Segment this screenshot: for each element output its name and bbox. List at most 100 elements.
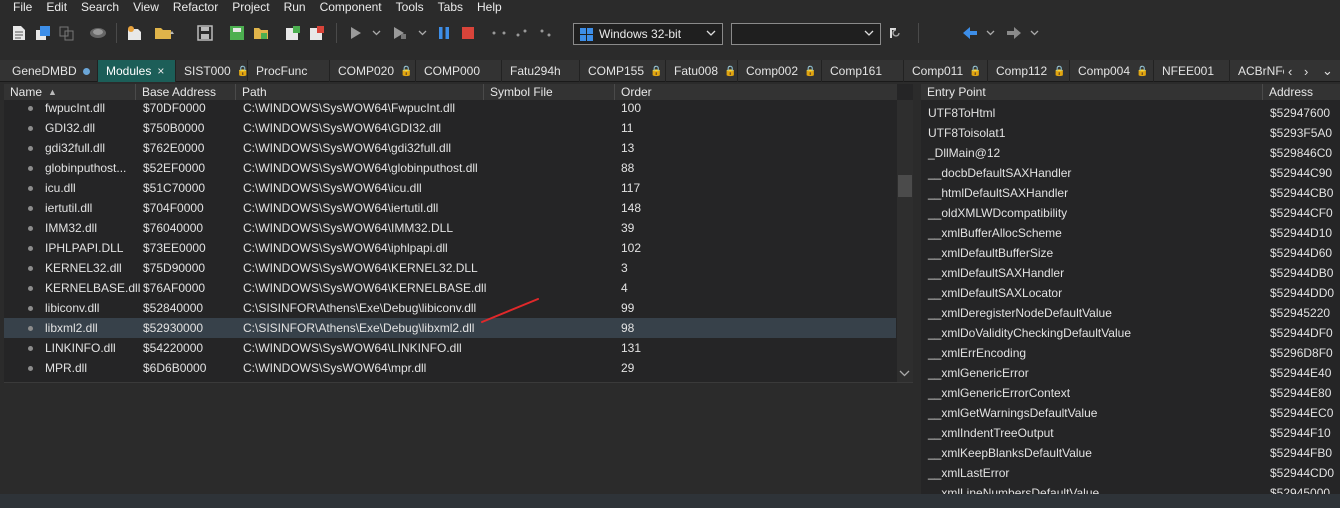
tab-comp004[interactable]: Comp004 🔒 <box>1070 60 1154 82</box>
run-options-chevron-icon[interactable] <box>416 22 428 44</box>
tab-comp011[interactable]: Comp011 🔒 <box>904 60 988 82</box>
tab-nfee001[interactable]: NFEE001 <box>1154 60 1230 82</box>
table-row[interactable]: __xmlDeregisterNodeDefaultValue $52945220 <box>921 303 1340 323</box>
column-header-entry-point[interactable]: Entry Point <box>921 84 1263 100</box>
tab-fatu008[interactable]: Fatu008 🔒 <box>666 60 738 82</box>
tab-scroll-left-icon[interactable]: ‹ <box>1288 60 1292 82</box>
table-row[interactable]: __xmlDefaultSAXHandler $52944DB0 <box>921 263 1340 283</box>
tab-comp155[interactable]: COMP155 🔒 <box>580 60 666 82</box>
table-row[interactable]: GDI32.dll $750B0000 C:\WINDOWS\SysWOW64\GD… <box>4 118 896 138</box>
pause-icon[interactable] <box>436 22 452 44</box>
table-row[interactable]: fwpucInt.dll $70DF0000 C:\WINDOWS\SysWOW64… <box>4 98 896 118</box>
table-row[interactable]: __xmlIndentTreeOutput $52944F10 <box>921 423 1340 443</box>
copy-disabled-icon[interactable] <box>58 22 76 44</box>
tab-scroll-right-icon[interactable]: › <box>1304 60 1308 82</box>
save-all-icon[interactable] <box>228 22 246 44</box>
module-base-address: $52930000 <box>143 321 204 335</box>
menu-component[interactable]: Component <box>320 0 382 14</box>
save-icon[interactable] <box>196 22 214 44</box>
tab-sist000[interactable]: SIST000 🔒 <box>176 60 249 82</box>
table-row[interactable]: KERNEL32.dll $75D90000 C:\WINDOWS\SysWOW64… <box>4 258 896 278</box>
menu-refactor[interactable]: Refactor <box>173 0 218 14</box>
table-row[interactable]: IPHLPAPI.DLL $73EE0000 C:\WINDOWS\SysWOW64… <box>4 238 896 258</box>
tab-modules[interactable]: Modules × <box>98 60 176 82</box>
table-row[interactable]: __xmlLineNumbersDefaultValue $52945000 <box>921 483 1340 494</box>
run-without-debug-icon[interactable] <box>392 22 408 44</box>
refresh-config-icon[interactable] <box>886 22 904 44</box>
new-file-icon[interactable] <box>10 22 28 44</box>
table-row[interactable]: UTF8ToHtml $52947600 <box>921 103 1340 123</box>
tab-list-chevron-down-icon[interactable]: ⌄ <box>1322 60 1333 82</box>
open-project-icon[interactable] <box>252 22 270 44</box>
tab-comp161[interactable]: Comp161 <box>822 60 904 82</box>
new-form-icon[interactable] <box>124 22 144 44</box>
table-row[interactable]: __xmlKeepBlanksDefaultValue $52944FB0 <box>921 443 1340 463</box>
close-icon[interactable]: × <box>157 64 164 78</box>
table-row[interactable]: __docbDefaultSAXHandler $52944C90 <box>921 163 1340 183</box>
step-out-icon[interactable] <box>538 22 556 44</box>
open-folder-icon[interactable] <box>152 22 178 44</box>
add-to-project-icon[interactable] <box>284 22 302 44</box>
table-row[interactable]: __htmlDefaultSAXHandler $52944CB0 <box>921 183 1340 203</box>
stop-icon[interactable] <box>460 22 476 44</box>
table-row[interactable]: MPR.dll $6D6B0000 C:\WINDOWS\SysWOW64\mpr.… <box>4 358 896 378</box>
tab-comp020[interactable]: COMP020 🔒 <box>330 60 416 82</box>
tab-comp112[interactable]: Comp112 🔒 <box>988 60 1070 82</box>
new-items-icon[interactable] <box>34 22 52 44</box>
table-row[interactable]: globinputhost... $52EF0000 C:\WINDOWS\SysW… <box>4 158 896 178</box>
table-row[interactable]: UTF8Toisolat1 $5293F5A0 <box>921 123 1340 143</box>
table-row[interactable]: LINKINFO.dll $54220000 C:\WINDOWS\SysWOW64… <box>4 338 896 358</box>
module-base-address: $70DF0000 <box>143 101 206 115</box>
table-row[interactable]: __xmlDoValidityCheckingDefaultValue $5294… <box>921 323 1340 343</box>
menu-project[interactable]: Project <box>232 0 269 14</box>
table-row[interactable]: __xmlBufferAllocScheme $52944D10 <box>921 223 1340 243</box>
scrollbar-thumb[interactable] <box>898 175 912 197</box>
chevron-down-icon[interactable] <box>899 369 910 380</box>
table-row[interactable]: libxml2.dll $52930000 C:\SISINFOR\Athens\E… <box>4 318 896 338</box>
table-row[interactable]: __xmlGenericError $52944E40 <box>921 363 1340 383</box>
repository-icon[interactable] <box>88 22 108 44</box>
modules-vertical-scrollbar[interactable] <box>897 100 913 382</box>
table-row[interactable]: __xmlDefaultBufferSize $52944D60 <box>921 243 1340 263</box>
table-row[interactable]: icu.dll $51C70000 C:\WINDOWS\SysWOW64\icu.… <box>4 178 896 198</box>
menu-view[interactable]: View <box>133 0 159 14</box>
menu-tools[interactable]: Tools <box>396 0 424 14</box>
step-over-icon[interactable] <box>490 22 508 44</box>
tab-procfunc[interactable]: ProcFunc <box>248 60 330 82</box>
menu-help[interactable]: Help <box>477 0 502 14</box>
tab-comp000[interactable]: COMP000 <box>416 60 502 82</box>
table-row[interactable]: __xmlDefaultSAXLocator $52944DD0 <box>921 283 1340 303</box>
pane-splitter[interactable] <box>913 84 921 494</box>
target-platform-select[interactable]: Windows 32-bit <box>573 23 723 45</box>
table-row[interactable]: gdi32full.dll $762E0000 C:\WINDOWS\SysWOW6… <box>4 138 896 158</box>
table-row[interactable]: KERNELBASE.dll $76AF0000 C:\WINDOWS\SysWOW… <box>4 278 896 298</box>
menu-search[interactable]: Search <box>81 0 119 14</box>
navigate-back-icon[interactable] <box>960 22 980 44</box>
table-row[interactable]: _DllMain@12 $529846C0 <box>921 143 1340 163</box>
column-header-address[interactable]: Address <box>1263 84 1340 100</box>
table-row[interactable]: __oldXMLWDcompatibility $52944CF0 <box>921 203 1340 223</box>
run-icon[interactable] <box>348 22 364 44</box>
table-row[interactable]: __xmlGenericErrorContext $52944E80 <box>921 383 1340 403</box>
tab-acbrnfe[interactable]: ACBrNFe <box>1230 60 1284 82</box>
table-row[interactable]: libiconv.dll $52840000 C:\SISINFOR\Athens\… <box>4 298 896 318</box>
menu-file[interactable]: File <box>13 0 32 14</box>
back-history-chevron-icon[interactable] <box>984 22 996 44</box>
navigate-forward-icon[interactable] <box>1004 22 1024 44</box>
tab-comp002[interactable]: Comp002 🔒 <box>738 60 822 82</box>
menu-edit[interactable]: Edit <box>46 0 67 14</box>
table-row[interactable]: __xmlGetWarningsDefaultValue $52944EC0 <box>921 403 1340 423</box>
menu-tabs[interactable]: Tabs <box>438 0 463 14</box>
remove-from-project-icon[interactable] <box>308 22 326 44</box>
tab-fatu294h[interactable]: Fatu294h <box>502 60 580 82</box>
table-row[interactable]: IMM32.dll $76040000 C:\WINDOWS\SysWOW64\IM… <box>4 218 896 238</box>
table-row[interactable]: __xmlErrEncoding $5296D8F0 <box>921 343 1340 363</box>
tab-genedmbd[interactable]: GeneDMBD <box>4 60 98 82</box>
table-row[interactable]: __xmlLastError $52944CD0 <box>921 463 1340 483</box>
forward-history-chevron-icon[interactable] <box>1028 22 1040 44</box>
trace-into-icon[interactable] <box>514 22 532 44</box>
run-dropdown-chevron-icon[interactable] <box>370 22 382 44</box>
table-row[interactable]: iertutil.dll $704F0000 C:\WINDOWS\SysWOW64… <box>4 198 896 218</box>
menu-run[interactable]: Run <box>284 0 306 14</box>
build-config-select[interactable] <box>731 23 881 45</box>
